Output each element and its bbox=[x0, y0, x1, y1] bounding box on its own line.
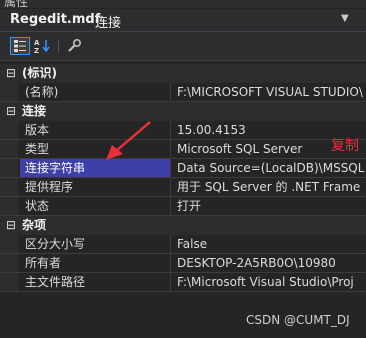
property-row-type[interactable]: 类型 Microsoft SQL Server bbox=[0, 140, 366, 159]
property-row-version[interactable]: 版本 15.00.4153 bbox=[0, 121, 366, 140]
row-gutter bbox=[0, 159, 18, 177]
property-key: 主文件路径 bbox=[25, 275, 86, 289]
object-selector[interactable]: Regedit.mdf 连接 ▼ bbox=[0, 9, 366, 32]
row-gutter bbox=[0, 254, 18, 272]
property-key: 类型 bbox=[25, 142, 50, 156]
category-connection[interactable]: ⊟ 连接 bbox=[0, 102, 366, 121]
property-key: 版本 bbox=[25, 123, 50, 137]
svg-text:A: A bbox=[34, 39, 40, 47]
row-gutter bbox=[0, 235, 18, 253]
alphabetical-button[interactable]: A Z bbox=[33, 37, 53, 55]
property-row-case-sensitive[interactable]: 区分大小写 False bbox=[0, 235, 366, 254]
property-value[interactable]: 用于 SQL Server 的 .NET Frame bbox=[171, 178, 366, 196]
properties-toolbar: A Z bbox=[0, 32, 366, 61]
property-row-provider[interactable]: 提供程序 用于 SQL Server 的 .NET Frame bbox=[0, 178, 366, 197]
chevron-down-icon[interactable]: ▼ bbox=[341, 13, 349, 24]
property-row-owner[interactable]: 所有者 DESKTOP-2A5RB0O\10980 bbox=[0, 254, 366, 273]
category-label: (标识) bbox=[22, 66, 57, 80]
property-pages-button[interactable] bbox=[64, 37, 84, 55]
categorized-icon bbox=[14, 40, 26, 52]
categorized-button[interactable] bbox=[10, 37, 30, 55]
category-misc[interactable]: ⊟ 杂项 bbox=[0, 216, 366, 235]
row-gutter bbox=[0, 197, 18, 215]
object-name: Regedit.mdf bbox=[10, 12, 101, 27]
row-gutter bbox=[0, 273, 18, 291]
property-key: 状态 bbox=[25, 199, 50, 213]
title-bar: 属性 bbox=[0, 0, 366, 8]
collapse-icon[interactable]: ⊟ bbox=[6, 64, 16, 83]
annotation-text: 复制 bbox=[331, 138, 359, 154]
category-label: 连接 bbox=[22, 104, 47, 118]
property-key: 连接字符串 bbox=[20, 159, 170, 177]
property-grid: ⊟ (标识) (名称) F:\MICROSOFT VISUAL STUDIO\ … bbox=[0, 64, 366, 292]
svg-text:Z: Z bbox=[34, 47, 39, 54]
property-row-name[interactable]: (名称) F:\MICROSOFT VISUAL STUDIO\ bbox=[0, 83, 366, 102]
property-value[interactable]: DESKTOP-2A5RB0O\10980 bbox=[171, 254, 366, 272]
property-key: 提供程序 bbox=[25, 180, 74, 194]
property-value[interactable]: False bbox=[171, 235, 366, 253]
row-gutter bbox=[0, 121, 18, 139]
property-key: 所有者 bbox=[25, 256, 62, 270]
category-label: 杂项 bbox=[22, 218, 47, 232]
alphabetical-icon: A Z bbox=[34, 39, 50, 54]
toolbar-separator bbox=[58, 39, 59, 53]
category-identity[interactable]: ⊟ (标识) bbox=[0, 64, 366, 83]
wrench-icon bbox=[68, 38, 82, 52]
collapse-icon[interactable]: ⊟ bbox=[6, 216, 16, 235]
property-value[interactable]: 打开 bbox=[171, 197, 366, 215]
row-gutter bbox=[0, 83, 18, 101]
property-row-connection-string[interactable]: 连接字符串 Data Source=(LocalDB)\MSSQL bbox=[0, 159, 366, 178]
property-value[interactable]: F:\Microsoft Visual Studio\Proj bbox=[171, 273, 366, 291]
property-value[interactable]: Data Source=(LocalDB)\MSSQL bbox=[171, 159, 366, 177]
row-gutter bbox=[0, 140, 18, 158]
property-value[interactable]: F:\MICROSOFT VISUAL STUDIO\ bbox=[171, 83, 366, 101]
object-type: 连接 bbox=[95, 16, 122, 31]
property-row-state[interactable]: 状态 打开 bbox=[0, 197, 366, 216]
property-key: 区分大小写 bbox=[25, 237, 86, 251]
property-key: (名称) bbox=[25, 85, 59, 99]
watermark: CSDN @CUMT_DJ bbox=[246, 313, 350, 327]
window-title: 属性 bbox=[4, 0, 29, 8]
row-gutter bbox=[0, 178, 18, 196]
collapse-icon[interactable]: ⊟ bbox=[6, 102, 16, 121]
property-row-primary-file-path[interactable]: 主文件路径 F:\Microsoft Visual Studio\Proj bbox=[0, 273, 366, 292]
